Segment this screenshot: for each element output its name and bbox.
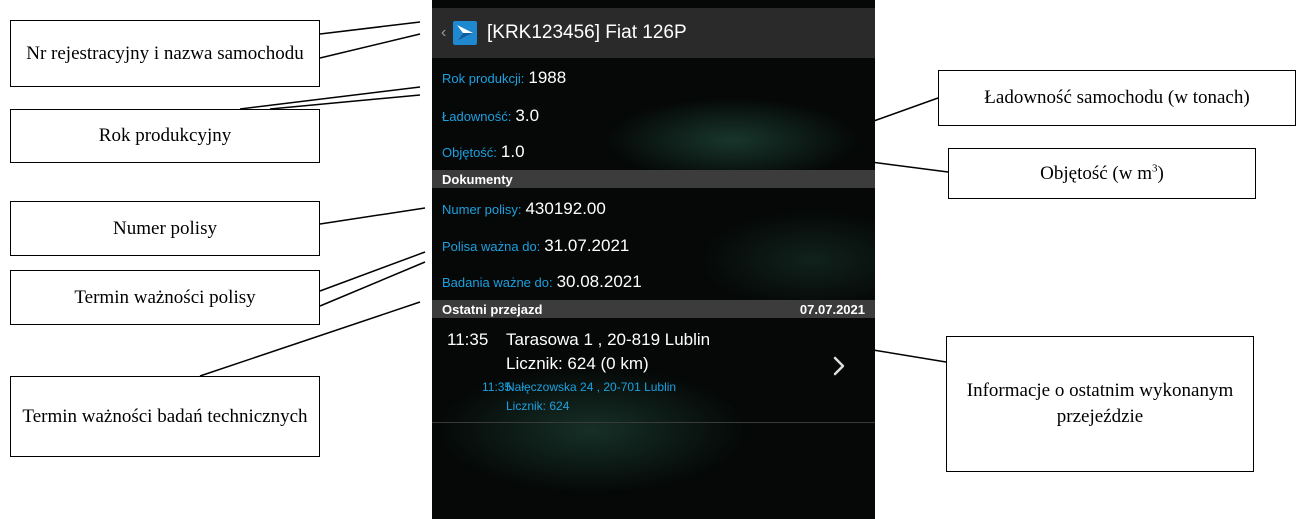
app-bar: ‹ [KRK123456] Fiat 126P [432,8,875,58]
trip-start-counter: Licznik: 624 (0 km) [506,354,649,373]
connector-policy-valid [319,251,426,292]
callout-volume-prefix: Objętość (w m [1040,162,1153,184]
connector-registration [319,21,421,35]
volume-label: Objętość: [442,145,497,160]
callout-policy-number: Numer polisy [10,201,320,256]
callout-volume: Objętość (w m3) [948,148,1256,199]
callout-policy-validity-text: Termin ważności polisy [74,286,256,308]
callout-policy-validity: Termin ważności polisy [10,270,320,325]
callout-registration: Nr rejestracyjny i nazwa samochodu [10,20,320,87]
callout-production-year-text: Rok produkcyjny [98,125,232,146]
callout-load-capacity: Ładowność samochodu (w tonach) [938,70,1296,126]
load-capacity-label: Ładowność: [442,109,512,124]
connector-year [269,94,421,110]
trip-start-time: 11:35 [447,330,489,349]
callout-volume-text: Objętość (w m3) [1040,161,1164,187]
policy-valid-label: Polisa ważna do: [442,239,541,254]
chevron-left-icon[interactable]: ‹ [441,25,451,41]
connector-last-trip [872,349,947,363]
connector-policy-valid [319,261,426,307]
callout-policy-number-text: Numer polisy [113,217,217,239]
inspection-valid-label: Badania ważne do: [442,275,553,290]
last-trip-item[interactable]: 11:35 Tarasowa 1 , 20-819 Lublin Licznik… [432,318,875,423]
connector-load [870,97,939,123]
policy-valid-row: Polisa ważna do: 31.07.2021 [442,236,629,256]
policy-number-value: 430192.00 [525,199,606,218]
vehicle-title: [KRK123456] Fiat 126P [487,22,687,43]
callout-inspection-validity-text: Termin ważności badań technicznych [22,405,308,427]
connector-volume [870,161,949,173]
last-trip-section-header: Ostatni przejazd 07.07.2021 [432,300,875,318]
production-year-row: Rok produkcji: 1988 [442,68,566,88]
documents-header-label: Dokumenty [442,171,513,187]
callout-load-capacity-text: Ładowność samochodu (w tonach) [984,87,1250,108]
volume-row: Objętość: 1.0 [442,142,525,162]
trip-start-address: Tarasowa 1 , 20-819 Lublin [506,330,711,349]
inspection-valid-row: Badania ważne do: 30.08.2021 [442,272,642,292]
trip-end-counter: Licznik: 624 [506,399,570,413]
volume-value: 1.0 [500,142,525,161]
load-capacity-value: 3.0 [515,106,540,125]
callout-last-trip-text: Informacje o ostatnim wykonanym przejeźd… [966,380,1234,427]
policy-number-label: Numer polisy: [442,202,522,217]
callout-inspection-validity: Termin ważności badań technicznych [10,376,320,457]
connector-registration [319,33,421,59]
phone-screen: ‹ [KRK123456] Fiat 126P Rok produkcji: 1… [432,0,875,519]
last-trip-date: 07.07.2021 [799,301,865,317]
app-logo-icon [453,21,477,45]
callout-registration-text: Nr rejestracyjny i nazwa samochodu [26,42,304,64]
documents-section-header: Dokumenty [432,170,875,188]
chevron-right-icon[interactable] [832,356,846,376]
trip-end-address: Nałęczowska 24 , 20-701 Lublin [506,380,677,394]
connector-policy-number [319,207,426,225]
inspection-valid-value: 30.08.2021 [556,272,642,291]
callout-volume-suffix: ) [1157,162,1164,184]
policy-number-row: Numer polisy: 430192.00 [442,199,606,219]
production-year-label: Rok produkcji: [442,71,525,86]
callout-last-trip: Informacje o ostatnim wykonanym przejeźd… [946,336,1254,472]
callout-production-year: Rok produkcyjny [10,109,320,163]
policy-valid-value: 31.07.2021 [544,236,630,255]
last-trip-header-label: Ostatni przejazd [442,301,543,317]
connector-year [239,86,421,110]
load-capacity-row: Ładowność: 3.0 [442,106,539,126]
production-year-value: 1988 [528,68,567,87]
